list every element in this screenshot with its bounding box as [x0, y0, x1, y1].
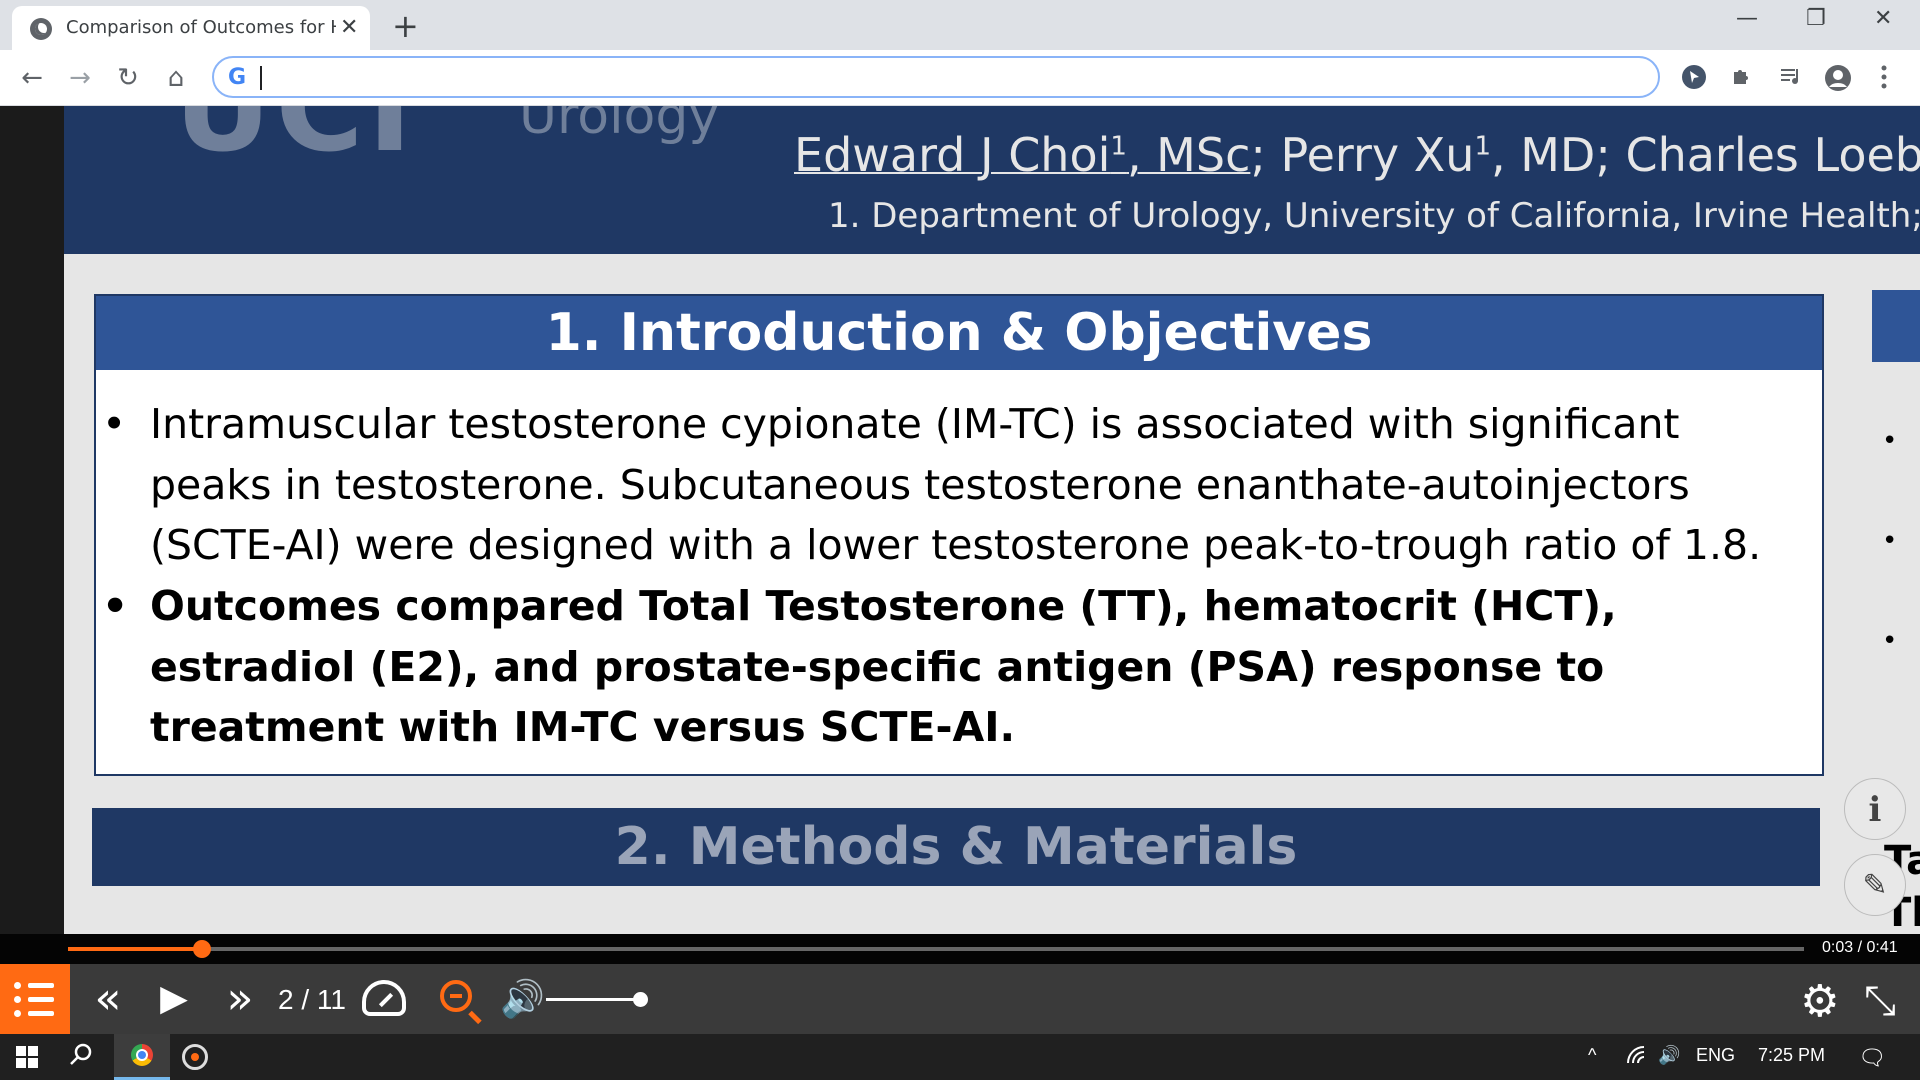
bullet-marker: • — [1882, 426, 1898, 456]
profile-avatar-icon[interactable] — [1824, 64, 1852, 92]
next-slide-button[interactable]: » — [218, 976, 262, 1022]
seek-handle[interactable] — [192, 940, 211, 958]
minimize-button[interactable]: — — [1736, 6, 1758, 31]
seek-bar[interactable] — [68, 940, 1804, 958]
windows-taskbar: ^ 🔊 ENG 7:25 PM 🗨 — [0, 1034, 1920, 1080]
bullet-marker: • — [1882, 526, 1898, 556]
volume-handle[interactable] — [633, 992, 648, 1007]
intro-section-title: 1. Introduction & Objectives — [96, 296, 1822, 370]
time-display: 0:03 / 0:41 — [1822, 939, 1898, 956]
double-chevron-right-icon: » — [226, 973, 254, 1024]
tab-close-button[interactable]: ✕ — [340, 15, 358, 40]
close-window-button[interactable]: ✕ — [1874, 6, 1892, 31]
bullet-marker: • — [1882, 626, 1898, 656]
chapter-menu-button[interactable] — [0, 964, 70, 1034]
left-gutter — [0, 106, 64, 934]
google-icon: G — [228, 65, 247, 90]
windows-start-icon[interactable] — [16, 1046, 38, 1068]
zoom-out-icon[interactable] — [440, 980, 472, 1012]
puzzle-extensions-icon[interactable] — [1728, 64, 1756, 92]
info-icon: ℹ — [1868, 790, 1882, 830]
bullet-marker: • — [102, 582, 129, 630]
info-button[interactable]: ℹ — [1844, 778, 1906, 840]
new-tab-button[interactable]: + — [392, 7, 419, 45]
slide-page-indicator: 2 / 11 — [278, 984, 346, 1015]
pencil-icon: ✎ — [1862, 868, 1888, 903]
player-control-bar: « ▶ » 2 / 11 🔊 ⚙ ⤡ — [0, 964, 1920, 1034]
taskbar-clock[interactable]: 7:25 PM — [1758, 1045, 1825, 1066]
previous-slide-button[interactable]: « — [86, 976, 130, 1022]
affiliation: 1. Department of Urology, University of … — [828, 196, 1920, 236]
text-caret — [260, 66, 262, 90]
intro-section: 1. Introduction & Objectives • Intramusc… — [94, 294, 1824, 776]
uci-logo: UCI — [174, 106, 417, 179]
volume-slider[interactable] — [546, 992, 648, 1007]
home-button[interactable]: ⌂ — [160, 62, 192, 94]
urology-logo-text: Urology — [519, 106, 720, 146]
poster-header: UCI Urology Edward J Choi1, MSc; Perry X… — [64, 106, 1920, 254]
progress-strip: 0:03 / 0:41 — [0, 934, 1920, 964]
annotate-button[interactable]: ✎ — [1844, 854, 1906, 916]
address-input[interactable] — [264, 62, 1644, 92]
back-button[interactable]: ← — [16, 62, 48, 94]
slide-viewport: UCI Urology Edward J Choi1, MSc; Perry X… — [0, 106, 1920, 934]
playback-speed-icon[interactable] — [362, 980, 406, 1016]
media-queue-icon[interactable] — [1776, 64, 1804, 92]
input-language[interactable]: ENG — [1696, 1045, 1735, 1066]
notifications-icon[interactable]: 🗨 — [1858, 1045, 1886, 1071]
author-1: Edward J Choi1, MSc — [794, 128, 1251, 182]
chrome-taskbar-button[interactable] — [114, 1034, 170, 1080]
cursor-extension-icon[interactable] — [1680, 64, 1708, 92]
bullet-marker: • — [102, 400, 127, 448]
globe-icon — [30, 18, 52, 40]
play-icon: ▶ — [160, 978, 188, 1019]
kebab-menu-icon[interactable] — [1870, 64, 1898, 92]
double-chevron-left-icon: « — [94, 973, 122, 1024]
author-list: Edward J Choi1, MSc; Perry Xu1, MD; Char… — [794, 128, 1920, 182]
forward-button[interactable]: → — [64, 62, 96, 94]
volume-icon[interactable]: 🔊 — [500, 978, 545, 1020]
search-icon[interactable] — [68, 1042, 94, 1075]
intro-bullet-text: Outcomes compared Total Testosterone (TT… — [150, 582, 1617, 751]
next-column-header — [1872, 290, 1920, 362]
browser-toolbar: ← → ↻ ⌂ G — [0, 50, 1920, 106]
restore-button[interactable]: ❐ — [1806, 6, 1826, 31]
reload-button[interactable]: ↻ — [112, 62, 144, 94]
media-app-taskbar-icon[interactable] — [182, 1044, 208, 1070]
tab-title: Comparison of Outcomes for Hypogonadal — [66, 17, 336, 38]
chrome-icon — [131, 1044, 153, 1066]
author-2: Perry Xu1, MD; — [1280, 128, 1626, 182]
seek-bar-fill — [68, 947, 202, 951]
tray-expand-icon[interactable]: ^ — [1588, 1045, 1596, 1066]
play-button[interactable]: ▶ — [152, 976, 196, 1022]
wifi-icon[interactable] — [1626, 1045, 1648, 1070]
settings-gear-icon[interactable]: ⚙ — [1800, 976, 1839, 1027]
intro-bullet-text: Intramuscular testosterone cypionate (IM… — [150, 400, 1762, 569]
address-bar[interactable]: G — [212, 56, 1660, 98]
author-3: Charles Loeb1, M — [1625, 128, 1920, 182]
tab-strip: Comparison of Outcomes for Hypogonadal ✕… — [0, 0, 1920, 50]
methods-section-title: 2. Methods & Materials — [92, 808, 1820, 886]
active-tab[interactable]: Comparison of Outcomes for Hypogonadal ✕ — [12, 6, 370, 50]
exit-fullscreen-icon[interactable]: ⤡ — [1864, 978, 1896, 1024]
speaker-icon[interactable]: 🔊 — [1658, 1045, 1680, 1066]
